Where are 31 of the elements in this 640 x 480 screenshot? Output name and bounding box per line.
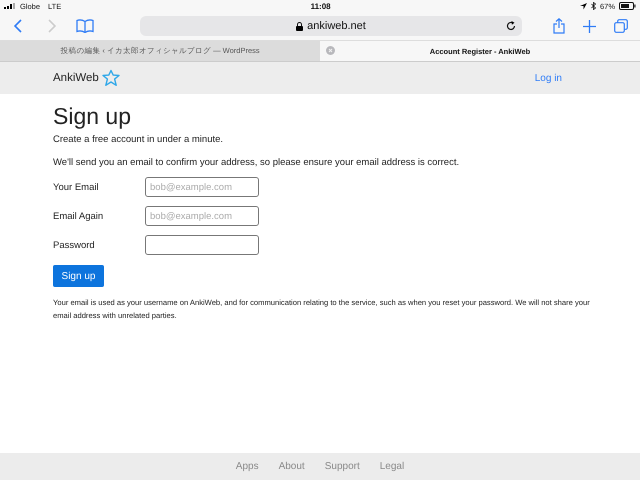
- input-field[interactable]: bob@example.com: [145, 206, 259, 226]
- share-icon[interactable]: [553, 18, 565, 34]
- new-tab-icon[interactable]: [583, 20, 596, 32]
- signup-button[interactable]: Sign up: [53, 265, 104, 287]
- field-label: Password: [53, 240, 96, 250]
- signal-icon: [4, 3, 16, 9]
- login-link[interactable]: Log in: [534, 72, 562, 84]
- url-text: ankiweb.net: [307, 20, 366, 32]
- tabs-icon[interactable]: [614, 19, 628, 33]
- battery-icon: [619, 2, 636, 10]
- location-icon: [580, 2, 587, 10]
- field-label: Your Email: [53, 182, 100, 192]
- input-field[interactable]: [145, 235, 259, 255]
- bluetooth-icon: [591, 2, 596, 10]
- site-logo[interactable]: AnkiWeb: [53, 72, 99, 84]
- page-heading: Sign up: [53, 103, 132, 129]
- intro-text: Create a free account in under a minute.: [53, 134, 224, 146]
- lock-icon: [296, 22, 304, 30]
- field-label: Email Again: [53, 210, 104, 222]
- back-icon[interactable]: [14, 19, 22, 33]
- footer-link[interactable]: Support: [324, 461, 360, 472]
- address-bar[interactable]: ankiweb.net: [140, 16, 522, 36]
- bookmarks-icon[interactable]: [76, 19, 94, 33]
- notice-text: We'll send you an email to confirm your address, so please ensure your email address is correct.: [53, 157, 460, 169]
- footer-link[interactable]: Legal: [380, 461, 404, 472]
- input-field[interactable]: bob@example.com: [145, 177, 259, 197]
- footer-link[interactable]: Apps: [236, 461, 259, 472]
- reload-icon[interactable]: [506, 21, 516, 31]
- star-icon: [100, 69, 121, 87]
- footer-link[interactable]: About: [278, 461, 305, 472]
- clock: 11:08: [310, 2, 331, 10]
